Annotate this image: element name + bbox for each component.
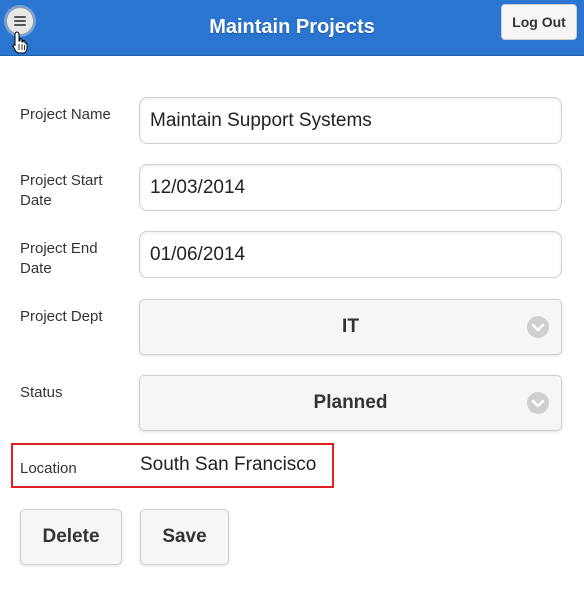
status-select[interactable]: Planned [139, 375, 562, 431]
chevron-down-icon [527, 392, 549, 414]
project-name-input[interactable]: Maintain Support Systems [139, 97, 562, 144]
start-date-input[interactable]: 12/03/2014 [139, 164, 562, 211]
location-value: South San Francisco [140, 454, 317, 475]
dept-label: Project Dept [20, 308, 103, 325]
chevron-down-icon [527, 316, 549, 338]
start-date-value: 12/03/2014 [150, 176, 246, 198]
status-label: Status [20, 384, 63, 401]
end-date-value: 01/06/2014 [150, 243, 246, 265]
location-label: Location [20, 460, 77, 477]
page-title: Maintain Projects [209, 16, 375, 38]
logout-button[interactable]: Log Out [501, 4, 577, 40]
delete-button[interactable]: Delete [20, 509, 122, 565]
status-selected-value: Planned [313, 392, 388, 413]
dept-select[interactable]: IT [139, 299, 562, 355]
project-name-label: Project Name [20, 106, 111, 123]
end-date-label: Project End Date [20, 240, 98, 277]
dept-selected-value: IT [342, 316, 359, 337]
save-button[interactable]: Save [140, 509, 229, 565]
app-header: Maintain Projects Log Out [0, 0, 584, 56]
end-date-input[interactable]: 01/06/2014 [139, 231, 562, 278]
start-date-label: Project Start Date [20, 172, 103, 209]
project-name-value: Maintain Support Systems [150, 109, 372, 131]
